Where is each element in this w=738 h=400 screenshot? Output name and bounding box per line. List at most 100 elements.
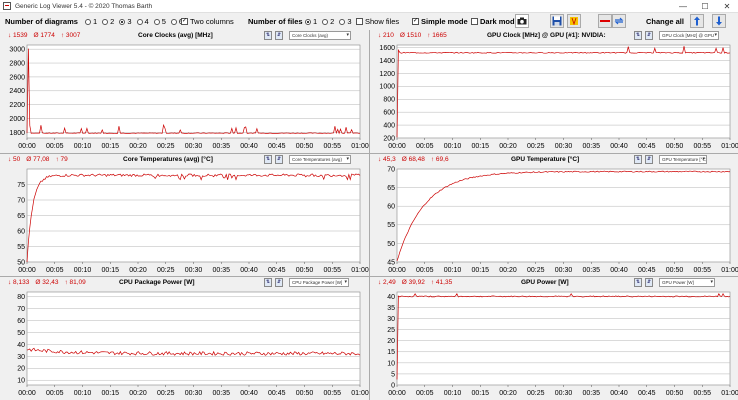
show-files-check-box[interactable] — [356, 18, 363, 25]
sort-series-icon[interactable]: ⇵ — [645, 31, 653, 40]
maximize-button[interactable]: ☐ — [694, 0, 716, 13]
x-tick-label: 00:35 — [582, 390, 600, 397]
toolbar: Number of diagrams 123456 ✓ Two columns … — [0, 13, 738, 30]
diagram-header: ↓ 2,49 Ø 39,92 ↑ 41,35 GPU Power [W] ⇅ ⇵ GPU P… — [370, 277, 738, 289]
x-tick-label: 00:15 — [471, 267, 489, 274]
series-select[interactable]: Core Clocks (avg) — [289, 31, 351, 40]
show-files-checkbox[interactable]: Show files — [356, 17, 399, 26]
stat-min: ↓ 210 — [378, 32, 394, 39]
diagrams-radio-1[interactable]: 1 — [85, 17, 97, 26]
swap-series-icon[interactable]: ⇅ — [634, 278, 642, 287]
y-tick-label: 40 — [387, 294, 395, 301]
y-tick-label: 55 — [17, 244, 25, 251]
x-tick-label: 00:15 — [101, 390, 119, 397]
diagrams-radio-label: 4 — [144, 17, 149, 26]
chart-core-temps: 50 55 60 65 70 75 00:00 00:05 00:10 00:15 00:20 00:… — [17, 168, 369, 274]
dark-mode-check-box[interactable] — [471, 18, 478, 25]
minimize-button[interactable]: — — [672, 0, 694, 13]
series-select[interactable]: GPU Power [W] — [659, 278, 715, 287]
diagrams-radio-dot[interactable] — [170, 18, 177, 25]
refresh-icon[interactable] — [612, 14, 626, 28]
diagrams-radio-label: 5 — [161, 17, 166, 26]
stat-min: ↓ 1539 — [8, 32, 28, 39]
camera-icon[interactable] — [515, 14, 529, 28]
x-tick-label: 00:55 — [693, 390, 711, 397]
chart-cpu-power: 10 20 30 40 50 60 70 80 00:00 00:05 00:10 00:15 00:2… — [17, 291, 369, 397]
chart-core-clocks: 1800 2000 2200 2400 2600 2800 3000 00:00 00:05 00… — [9, 44, 369, 150]
y-tick-label: 30 — [17, 354, 25, 361]
diagram-panel-gpu-temp: ↓ 45,3 Ø 68,48 ↑ 69,6 GPU Temperature [°C] ⇅… — [370, 154, 738, 277]
close-button[interactable]: ✕ — [716, 0, 738, 13]
x-tick-label: 00:35 — [212, 390, 230, 397]
files-radio-dot[interactable] — [322, 18, 329, 25]
swap-series-icon[interactable]: ⇅ — [264, 31, 272, 40]
y-tick-label: 2000 — [9, 116, 25, 123]
simple-mode-check-box[interactable]: ✓ — [412, 18, 419, 25]
y-tick-label: 2400 — [9, 88, 25, 95]
sort-series-icon[interactable]: ⇵ — [645, 278, 653, 287]
sort-series-icon[interactable]: ⇵ — [275, 155, 283, 164]
stat-min: ↓ 2,49 — [378, 279, 396, 286]
diagrams-radio-dot[interactable] — [119, 18, 126, 25]
diagrams-radio-3[interactable]: 3 — [119, 17, 132, 26]
x-tick-label: 00:00 — [18, 390, 36, 397]
series-select[interactable]: GPU Temperature [°C] — [659, 155, 707, 164]
line-style-icon[interactable] — [598, 14, 612, 28]
y-tick-label: 30 — [387, 316, 395, 323]
x-tick-label: 00:35 — [212, 143, 230, 150]
x-tick-label: 00:40 — [240, 267, 258, 274]
diagrams-radio-2[interactable]: 2 — [102, 17, 114, 26]
series-select[interactable]: GPU Clock [MHz] @ GPU — [659, 31, 719, 40]
x-tick-label: 00:45 — [268, 267, 286, 274]
x-tick-label: 00:20 — [499, 143, 517, 150]
stats-summary: ↓ 45,3 Ø 68,48 ↑ 69,6 — [378, 156, 455, 163]
x-tick-label: 00:00 — [18, 143, 36, 150]
y-tick-label: 60 — [17, 318, 25, 325]
window-title: Generic Log Viewer 5.4 - © 2020 Thomas B… — [15, 2, 153, 10]
files-radio-2[interactable]: 2 — [322, 17, 334, 26]
folder-icon[interactable] — [567, 14, 581, 28]
sort-series-icon[interactable]: ⇵ — [275, 278, 283, 287]
diagrams-radio-dot[interactable] — [153, 18, 160, 25]
y-tick-label: 0 — [391, 382, 395, 389]
swap-series-icon[interactable]: ⇅ — [264, 278, 272, 287]
two-columns-check-box[interactable]: ✓ — [181, 18, 188, 25]
y-tick-label: 65 — [17, 213, 25, 220]
y-tick-label: 1400 — [379, 58, 395, 65]
sort-series-icon[interactable]: ⇵ — [275, 31, 283, 40]
app-icon — [3, 2, 11, 10]
files-radio-3[interactable]: 3 — [339, 17, 352, 26]
swap-series-icon[interactable]: ⇅ — [634, 31, 642, 40]
files-radio-dot[interactable] — [305, 18, 311, 25]
x-tick-label: 00:50 — [296, 267, 314, 274]
x-tick-label: 00:40 — [610, 390, 628, 397]
files-radio-dot[interactable] — [339, 18, 346, 25]
y-tick-label: 10 — [387, 360, 395, 367]
x-tick-label: 00:25 — [527, 267, 545, 274]
two-columns-checkbox[interactable]: ✓ Two columns — [181, 17, 234, 26]
swap-series-icon[interactable]: ⇅ — [264, 155, 272, 164]
simple-mode-label: Simple mode — [421, 17, 468, 26]
diagrams-radio-dot[interactable] — [85, 18, 91, 25]
diagrams-radio-dot[interactable] — [102, 18, 109, 25]
series-select[interactable]: Core Temperatures (avg) — [289, 155, 351, 164]
diagrams-radio-label: 2 — [110, 17, 115, 26]
sort-series-icon[interactable]: ⇵ — [645, 155, 653, 164]
swap-series-icon[interactable]: ⇅ — [634, 155, 642, 164]
series-select[interactable]: CPU Package Power [W] — [289, 278, 349, 287]
diagrams-radio-5[interactable]: 5 — [153, 17, 166, 26]
save-icon[interactable] — [550, 14, 564, 28]
x-tick-label: 00:10 — [74, 143, 92, 150]
dark-mode-checkbox[interactable]: Dark mod — [471, 17, 515, 26]
stat-max: ↑ 41,35 — [430, 279, 453, 286]
cursor-down-icon[interactable] — [712, 14, 726, 28]
cursor-up-icon[interactable] — [690, 14, 704, 28]
files-radio-1[interactable]: 1 — [305, 17, 317, 26]
x-tick-label: 00:25 — [527, 143, 545, 150]
x-tick-label: 00:15 — [101, 143, 119, 150]
diagrams-radio-dot[interactable] — [136, 18, 143, 25]
x-tick-label: 00:00 — [18, 267, 36, 274]
diagrams-radio-4[interactable]: 4 — [136, 17, 149, 26]
simple-mode-checkbox[interactable]: ✓ Simple mode — [412, 17, 468, 26]
diagram-title: Core Clocks (avg) [MHz] — [138, 32, 213, 39]
